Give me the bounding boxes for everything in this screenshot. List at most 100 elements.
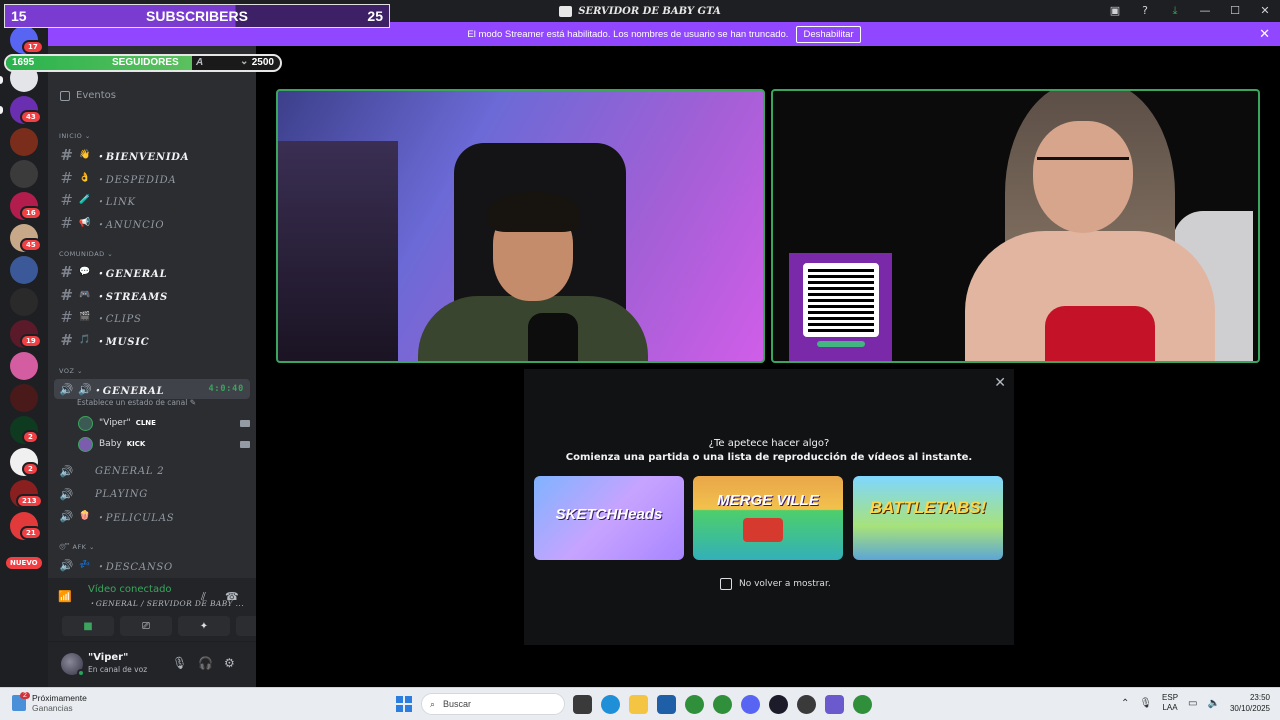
- category-afk[interactable]: 😴 AFK ⌄: [59, 543, 95, 551]
- chrome-profile-icon[interactable]: [713, 695, 732, 714]
- help-icon[interactable]: ?: [1130, 0, 1160, 22]
- edge-icon[interactable]: [601, 695, 620, 714]
- username[interactable]: "Viper": [88, 652, 128, 663]
- channel-name: ・GENERAL: [92, 385, 165, 397]
- server-icon-8[interactable]: [10, 288, 38, 316]
- gear-icon[interactable]: ⚙: [224, 656, 235, 670]
- channel-name: ・GENERAL: [95, 268, 168, 280]
- signal-icon[interactable]: 📶: [58, 590, 72, 603]
- channel-clips[interactable]: # 🎬 ・CLIPS: [54, 307, 250, 327]
- category-label: AFK: [72, 543, 87, 551]
- noise-suppression-icon[interactable]: ⫽: [201, 590, 206, 604]
- qr-code: [803, 263, 879, 337]
- chrome-profile-2-icon[interactable]: [853, 695, 872, 714]
- user-panel: "Viper" En canal de voz 🎙 🎧 ⚙: [48, 642, 256, 687]
- video-person: [945, 91, 1245, 361]
- speaker-icon: 🔊: [59, 558, 75, 572]
- category-comunidad[interactable]: COMUNIDAD ⌄: [59, 250, 113, 258]
- server-icon-4[interactable]: [10, 160, 38, 188]
- hash-icon: #: [60, 191, 74, 209]
- voice-channel-general-2[interactable]: 🔊 GENERAL 2: [54, 461, 250, 481]
- start-button[interactable]: [396, 696, 412, 712]
- server-icon-11[interactable]: [10, 384, 38, 412]
- activities-button[interactable]: ✦: [178, 616, 230, 636]
- video-person-glasses: [1037, 157, 1129, 183]
- server-icon-7[interactable]: [10, 256, 38, 284]
- discord-icon[interactable]: [741, 695, 760, 714]
- channel-name: ・PELICULAS: [95, 512, 175, 524]
- microphone-icon[interactable]: 🎙: [172, 656, 187, 670]
- speaker-icon: 🔊: [59, 509, 75, 523]
- video-stage: ✕ ¿Te apetece hacer algo? Comienza una p…: [256, 46, 1280, 687]
- minimize-button[interactable]: —: [1190, 0, 1220, 22]
- microphone-icon[interactable]: 🎙: [1139, 698, 1152, 709]
- server-badge: 21: [20, 526, 42, 540]
- system-tray: ⌃ 🎙 ESP LAA ▭ 🔈 23:50 30/10/2025: [1121, 692, 1270, 714]
- clock[interactable]: 23:50 30/10/2025: [1230, 692, 1270, 714]
- chevron-down-icon[interactable]: ⌄: [240, 56, 248, 67]
- video-tile-baby[interactable]: [771, 89, 1260, 363]
- server-badge: 2: [22, 462, 39, 476]
- copilot-icon[interactable]: [825, 695, 844, 714]
- game-card-mergeville[interactable]: MERGE VILLE: [693, 476, 843, 560]
- taskbar-search[interactable]: ⌕ Buscar: [421, 693, 565, 715]
- video-microphone: [528, 313, 578, 361]
- volume-icon[interactable]: 🔈: [1208, 698, 1220, 709]
- task-view-icon[interactable]: [573, 695, 592, 714]
- server-icon-3[interactable]: [10, 128, 38, 156]
- channel-despedida[interactable]: # 👌 ・DESPEDIDA: [54, 168, 250, 188]
- screen-share-button[interactable]: ⎚: [120, 616, 172, 636]
- voice-channel-playing[interactable]: 🔊 PLAYING: [54, 484, 250, 504]
- channel-streams[interactable]: # 🎮 ・STREAMS: [54, 285, 250, 305]
- voice-channel-general[interactable]: 🔊 🔊 ・GENERAL 4:0:40: [54, 379, 250, 399]
- disconnect-icon[interactable]: ☎: [225, 590, 239, 603]
- language-indicator[interactable]: ESP LAA: [1162, 693, 1178, 713]
- voice-status-subtitle[interactable]: ・GENERAL / SERVIDOR DE BABY ...: [88, 598, 244, 609]
- checkbox-label: No volver a mostrar.: [739, 579, 831, 589]
- weather-widget[interactable]: 2 Próximamente Ganancias: [12, 692, 87, 713]
- dont-show-again-checkbox[interactable]: No volver a mostrar.: [720, 578, 831, 590]
- store-icon[interactable]: [657, 695, 676, 714]
- download-icon[interactable]: ⤓: [1160, 0, 1190, 22]
- channel-emoji: 🧪: [78, 195, 91, 205]
- category-inicio[interactable]: INICIO ⌄: [59, 132, 91, 140]
- channel-general[interactable]: # 💬 ・GENERAL: [54, 262, 250, 282]
- maximize-button[interactable]: ☐: [1220, 0, 1250, 22]
- game-title: SKETCHHeads: [555, 506, 663, 523]
- speaker-icon: 🔊: [59, 464, 75, 478]
- server-icon: [559, 5, 573, 17]
- channel-name: ・BIENVENIDA: [95, 151, 190, 163]
- voice-user[interactable]: Baby KICK: [78, 434, 250, 454]
- chevron-up-icon[interactable]: ⌃: [1121, 698, 1129, 709]
- file-explorer-icon[interactable]: [629, 695, 648, 714]
- game-card-sketchheads[interactable]: SKETCHHeads: [534, 476, 684, 560]
- video-tile-viper[interactable]: [276, 89, 765, 363]
- server-badge: 16: [20, 206, 42, 220]
- channel-status-hint[interactable]: Establece un estado de canal ✎: [77, 398, 196, 407]
- server-icon-10[interactable]: [10, 352, 38, 380]
- voice-user[interactable]: "Viper" CLNE: [78, 413, 250, 433]
- channel-bienvenida[interactable]: # 👋 ・BIENVENIDA: [54, 145, 250, 165]
- dm-badge: 17: [22, 40, 44, 54]
- inbox-icon[interactable]: ▣: [1100, 0, 1130, 22]
- events-link[interactable]: Eventos: [60, 90, 116, 101]
- category-voz[interactable]: VOZ ⌄: [59, 367, 83, 375]
- voice-channel-descanso[interactable]: 🔊 💤 ・DESCANSO: [54, 555, 250, 575]
- disable-streamer-button[interactable]: Deshabilitar: [796, 25, 861, 43]
- camera-button[interactable]: ■: [62, 616, 114, 636]
- channel-link[interactable]: # 🧪 ・LINK: [54, 190, 250, 210]
- close-window-button[interactable]: ✕: [1250, 0, 1280, 22]
- close-icon[interactable]: ✕: [994, 375, 1006, 391]
- channel-anuncio[interactable]: # 📢 ・ANUNCIO: [54, 213, 250, 233]
- app-icon[interactable]: [769, 695, 788, 714]
- game-card-battletabs[interactable]: BATTLETABS!: [853, 476, 1003, 560]
- voice-channel-peliculas[interactable]: 🔊 🍿 ・PELICULAS: [54, 506, 250, 526]
- checkbox[interactable]: [720, 578, 732, 590]
- channel-music[interactable]: # 🎵 ・MUSIC: [54, 330, 250, 350]
- close-icon[interactable]: ✕: [1259, 26, 1270, 42]
- display-icon[interactable]: ▭: [1188, 698, 1197, 709]
- chrome-icon[interactable]: [685, 695, 704, 714]
- obs-icon[interactable]: [797, 695, 816, 714]
- channel-emoji: 💤: [78, 560, 91, 570]
- headphones-icon[interactable]: 🎧: [198, 656, 213, 670]
